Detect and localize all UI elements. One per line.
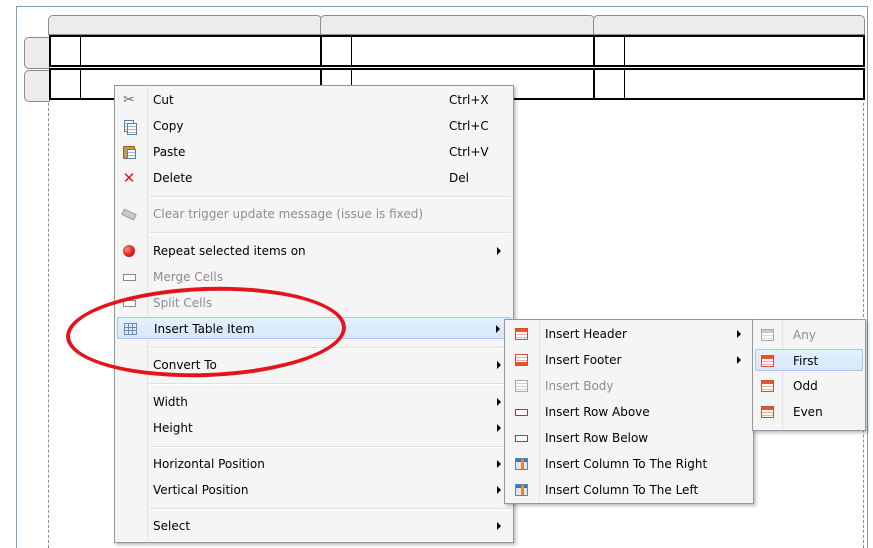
menu-item-convert-to[interactable]: Convert To [117, 354, 511, 376]
table-icon [122, 321, 138, 337]
even-header-icon [759, 404, 775, 420]
submenu-arrow-icon [497, 424, 501, 432]
menu-item-width[interactable]: Width [117, 391, 511, 413]
row-header-1[interactable] [24, 37, 50, 69]
submenu-arrow-icon [737, 356, 741, 364]
scissors-icon: ✂ [123, 92, 135, 108]
row-below-icon [513, 430, 529, 446]
column-left-icon [513, 482, 529, 498]
menu-item-insert-column-left[interactable]: Insert Column To The Left [507, 479, 751, 501]
menu-item-select[interactable]: Select [117, 515, 511, 537]
menu-item-horizontal-position[interactable]: Horizontal Position [117, 453, 511, 475]
menu-item-insert-body[interactable]: Insert Body [507, 375, 751, 397]
copy-icon [121, 118, 137, 135]
menu-separator [149, 232, 511, 234]
menu-item-clear-trigger[interactable]: Clear trigger update message (issue is f… [117, 203, 511, 225]
menu-item-vertical-position[interactable]: Vertical Position [117, 479, 511, 501]
submenu-arrow-icon [497, 460, 501, 468]
eraser-icon [121, 206, 137, 222]
menu-separator [149, 383, 511, 385]
column-header-1[interactable] [48, 15, 322, 35]
submenu-arrow-icon [497, 486, 501, 494]
submenu-arrow-icon [497, 247, 501, 255]
submenu-arrow-icon [497, 522, 501, 530]
insert-table-item-submenu: Insert Header Insert Footer Insert Body … [504, 319, 754, 504]
menu-item-insert-row-below[interactable]: Insert Row Below [507, 427, 751, 449]
menu-item-header-first[interactable]: First [755, 349, 863, 371]
body-table-icon [513, 378, 529, 394]
paste-icon [121, 144, 137, 160]
row-above-icon [513, 404, 529, 420]
menu-item-delete[interactable]: ✕ Delete Del [117, 167, 511, 189]
menu-item-insert-row-above[interactable]: Insert Row Above [507, 401, 751, 423]
menu-separator [149, 347, 511, 349]
menu-item-header-even[interactable]: Even [755, 401, 863, 423]
header-table-icon [513, 326, 529, 342]
menu-item-header-odd[interactable]: Odd [755, 375, 863, 397]
submenu-arrow-icon [497, 361, 501, 369]
menu-separator [149, 196, 511, 198]
menu-item-paste[interactable]: Paste Ctrl+V [117, 141, 511, 163]
red-dot-icon [121, 243, 137, 259]
menu-item-header-any[interactable]: Any [755, 324, 863, 346]
column-right-icon [513, 456, 529, 472]
menu-item-insert-column-right[interactable]: Insert Column To The Right [507, 453, 751, 475]
column-header-2[interactable] [320, 15, 595, 35]
table-row[interactable] [49, 35, 865, 67]
menu-item-split-cells[interactable]: Split Cells [117, 292, 511, 314]
row-header-2[interactable] [24, 70, 50, 102]
footer-table-icon [513, 352, 529, 368]
menu-item-cut[interactable]: ✂ Cut Ctrl+X [117, 89, 511, 111]
menu-item-insert-footer[interactable]: Insert Footer [507, 349, 751, 371]
any-header-icon [759, 327, 775, 343]
menu-item-merge-cells[interactable]: Merge Cells [117, 266, 511, 288]
menu-separator [149, 508, 511, 510]
menu-item-repeat-selected[interactable]: Repeat selected items on [117, 240, 511, 262]
submenu-arrow-icon [496, 325, 500, 333]
menu-item-insert-header[interactable]: Insert Header [507, 323, 751, 345]
context-menu: ✂ Cut Ctrl+X Copy Ctrl+C Paste Ctrl+V ✕ … [114, 85, 514, 543]
menu-separator [149, 446, 511, 448]
submenu-arrow-icon [737, 330, 741, 338]
first-header-icon [759, 353, 775, 369]
submenu-arrow-icon [497, 398, 501, 406]
column-header-3[interactable] [593, 15, 865, 35]
menu-item-copy[interactable]: Copy Ctrl+C [117, 115, 511, 137]
odd-header-icon [759, 378, 775, 394]
split-cells-icon [121, 295, 137, 311]
merge-cells-icon [121, 269, 137, 285]
insert-header-submenu: Any First Odd Even [752, 319, 866, 431]
delete-icon: ✕ [122, 169, 136, 187]
menu-item-insert-table-item[interactable]: Insert Table Item [117, 317, 511, 339]
menu-item-height[interactable]: Height [117, 417, 511, 439]
